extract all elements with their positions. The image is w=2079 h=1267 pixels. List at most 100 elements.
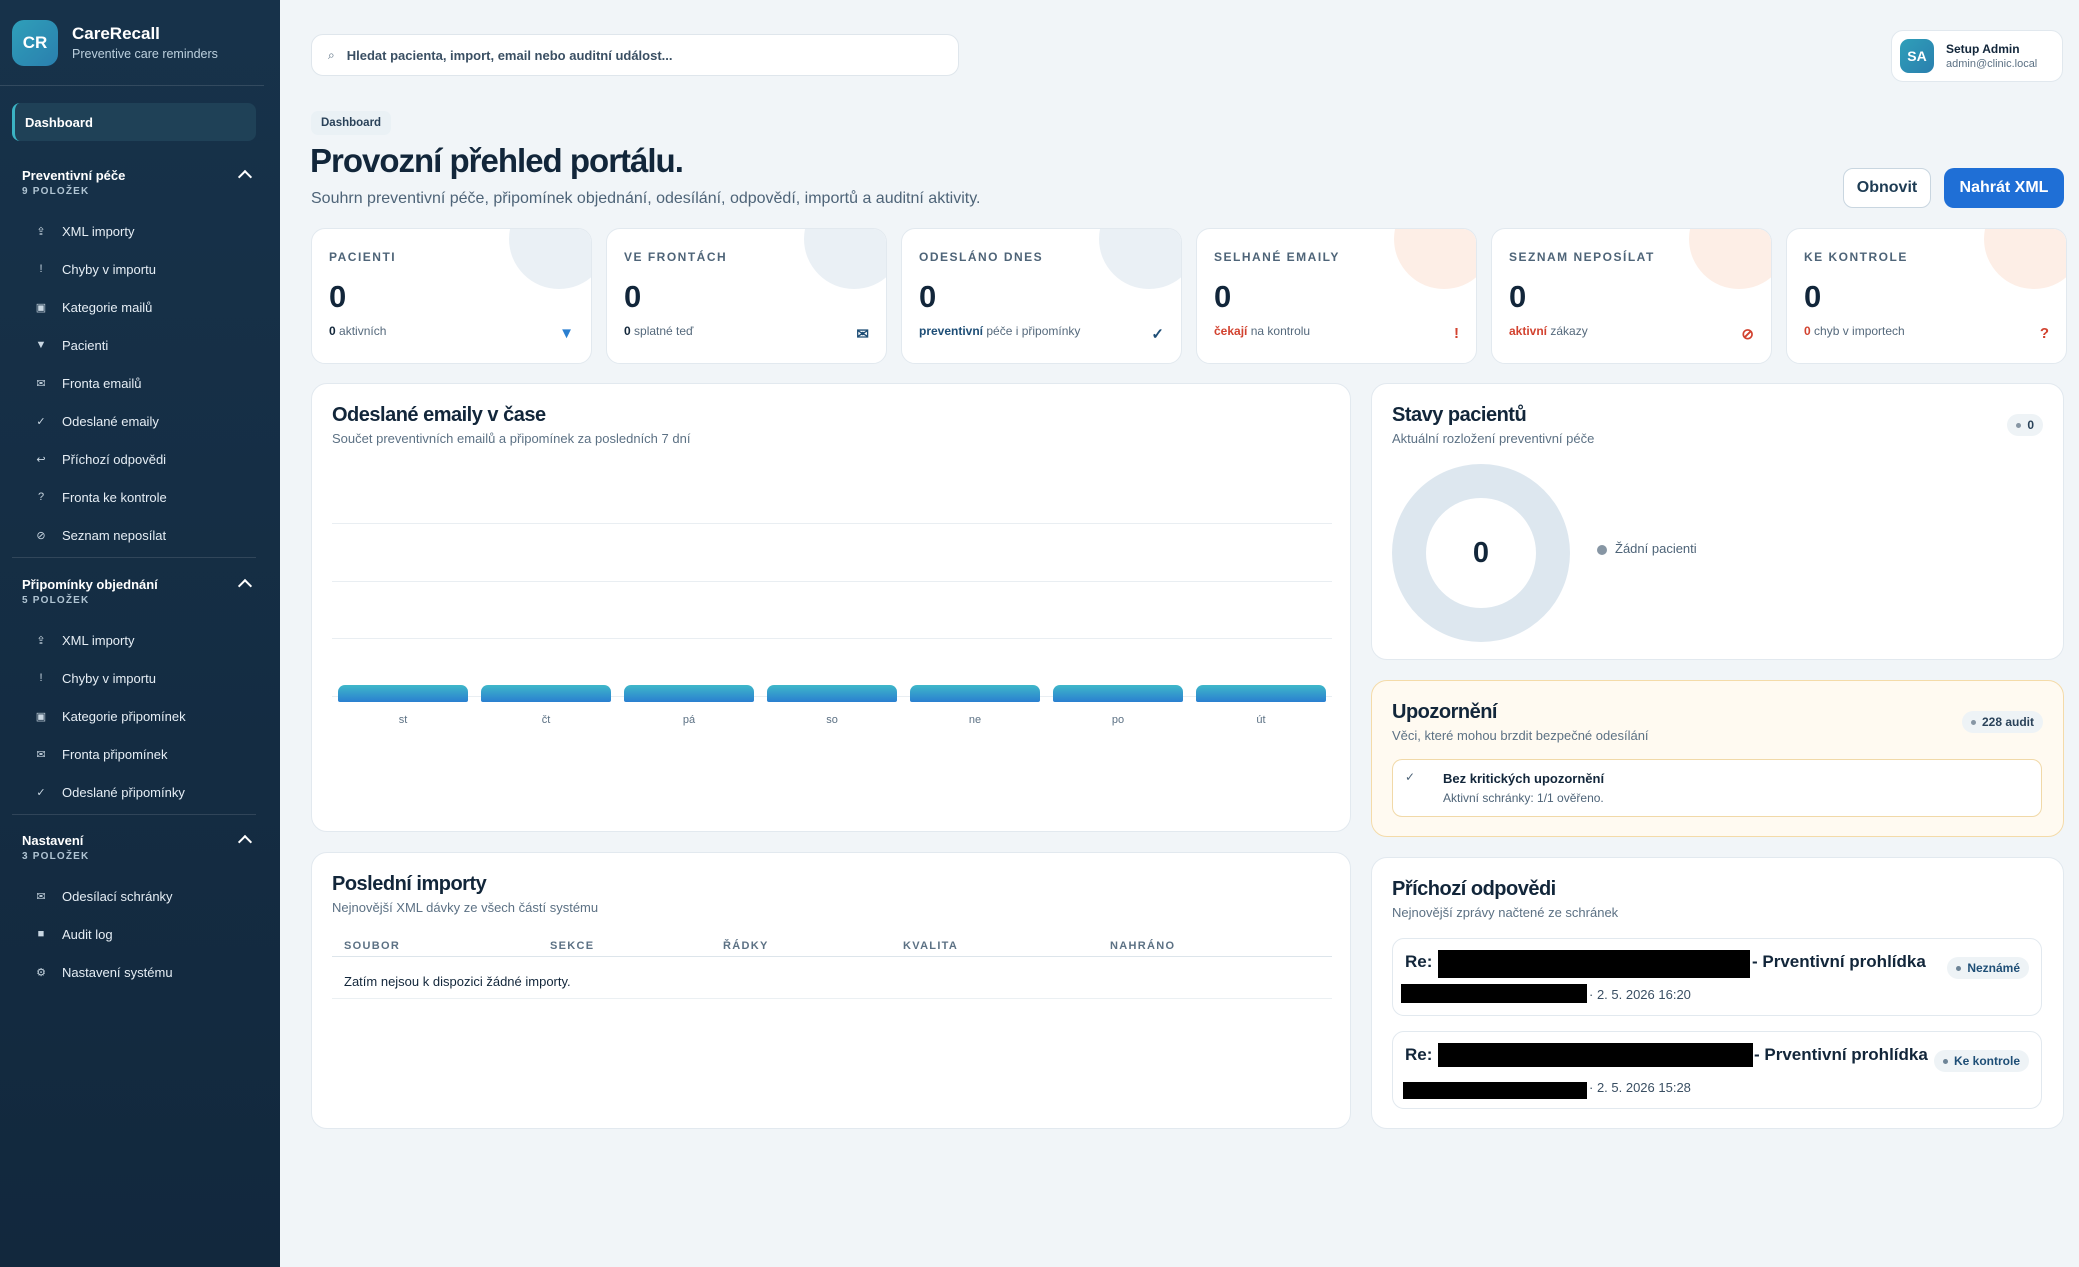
stat-card-failed-emails[interactable]: SELHANÉ EMAILY 0 čekají na kontrolu !	[1196, 228, 1477, 364]
sidebar-item-review-queue[interactable]: ? Fronta ke kontrole	[0, 478, 280, 516]
redacted-email	[1401, 984, 1587, 1003]
sidebar-item-sent-reminders[interactable]: ✓ Odeslané připomínky	[0, 773, 280, 811]
mail-icon: ✉	[856, 326, 869, 343]
donut-chart: 0	[1392, 464, 1570, 642]
brand[interactable]: CR CareRecall Preventive care reminders	[0, 0, 264, 86]
sidebar: CR CareRecall Preventive care reminders …	[0, 0, 280, 1267]
reply-item[interactable]: Re: - Prventivní prohlídka Neznámé · 2. …	[1392, 938, 2042, 1016]
chart-x-label: út	[1256, 714, 1266, 726]
sidebar-item-reminder-categories[interactable]: ▣ Kategorie připomínek	[0, 697, 280, 735]
audit-badge[interactable]: 228 audit	[1961, 711, 2043, 733]
nav-group-header[interactable]: Preventivní péče 9 POLOŽEK	[0, 168, 280, 197]
nav-group-header[interactable]: Připomínky objednání 5 POLOŽEK	[0, 577, 280, 606]
sidebar-item-sending-mailboxes[interactable]: ✉ Odesílací schránky	[0, 877, 280, 915]
table-divider	[332, 956, 1332, 957]
reply-icon: ↩	[36, 453, 46, 466]
stat-value: 0	[624, 279, 642, 314]
chart-bar[interactable]	[910, 685, 1040, 702]
sidebar-item-mail-categories[interactable]: ▣ Kategorie mailů	[0, 288, 280, 326]
status-badge: Ke kontrole	[1933, 1050, 2029, 1072]
sidebar-item-xml-imports[interactable]: ⇪ XML importy	[0, 621, 280, 659]
stat-card-queues[interactable]: VE FRONTÁCH 0 0 splatné teď ✉	[606, 228, 887, 364]
category-icon: ▣	[35, 710, 47, 723]
stat-value: 0	[1509, 279, 1527, 314]
panel-subtitle: Aktuální rozložení preventivní péče	[1392, 431, 1595, 446]
reply-item[interactable]: Re: - Prventivní prohlídka Ke kontrole ·…	[1392, 1031, 2042, 1109]
stat-card-do-not-send[interactable]: SEZNAM NEPOSÍLAT 0 aktivní zákazy ⊘	[1491, 228, 1772, 364]
chart-bar[interactable]	[1196, 685, 1326, 702]
dot-icon	[2016, 422, 2022, 428]
panel-subtitle: Nejnovější XML dávky ze všech částí syst…	[332, 900, 599, 915]
sidebar-item-audit-log[interactable]: ■ Audit log	[0, 915, 280, 953]
breadcrumb[interactable]: Dashboard	[311, 111, 392, 135]
brand-logo: CR	[12, 19, 58, 66]
stat-label: KE KONTROLE	[1804, 250, 1908, 264]
column-header-rows[interactable]: ŘÁDKY	[723, 940, 769, 952]
sidebar-item-incoming-replies[interactable]: ↩ Příchozí odpovědi	[0, 440, 280, 478]
sidebar-item-label: Příchozí odpovědi	[62, 451, 167, 467]
stat-card-sent-today[interactable]: ODESLÁNO DNES 0 preventivní péče i připo…	[901, 228, 1182, 364]
mail-icon: ✉	[36, 748, 46, 761]
stat-note-text: aktivních	[335, 324, 387, 338]
sidebar-item-system-settings[interactable]: ⚙ Nastavení systému	[0, 953, 280, 991]
stat-note-strong: 0	[329, 324, 336, 338]
upload-xml-button[interactable]: Nahrát XML	[1944, 168, 2064, 208]
stat-note: aktivní zákazy	[1509, 324, 1588, 338]
user-name: Setup Admin	[1946, 42, 2020, 56]
audit-badge-label: 228 audit	[1981, 715, 2034, 729]
decoration	[1984, 229, 2066, 289]
stat-note: 0 aktivních	[329, 324, 386, 338]
nav-group-items: ⇪ XML importy ! Chyby v importu ▣ Kategorie…	[0, 212, 280, 554]
sidebar-item-label: Odeslané připomínky	[62, 784, 185, 800]
chart-bar[interactable]	[338, 685, 468, 702]
sidebar-item-import-errors[interactable]: ! Chyby v importu	[0, 659, 280, 697]
column-header-section[interactable]: SEKCE	[550, 940, 594, 952]
chart-bar[interactable]	[481, 685, 611, 702]
warning-title: Bez kritických upozornění	[1443, 771, 1605, 786]
stat-card-patients[interactable]: PACIENTI 0 0 aktivních ▼	[311, 228, 592, 364]
settings-icon: ⚙	[36, 966, 46, 979]
sidebar-item-patients[interactable]: ▼ Pacienti	[0, 326, 280, 364]
block-icon: ⊘	[1741, 326, 1754, 343]
panel-subtitle: Věci, které mohou brzdit bezpečné odesíl…	[1392, 728, 1649, 743]
sidebar-item-xml-imports[interactable]: ⇪ XML importy	[0, 212, 280, 250]
nav-group-count: 5 POLOŽEK	[22, 595, 90, 606]
chart-bar[interactable]	[1053, 685, 1183, 702]
sidebar-item-dashboard[interactable]: Dashboard	[12, 103, 256, 141]
upload-icon: ⇪	[36, 225, 46, 238]
search-bar[interactable]: ⌕	[311, 34, 959, 76]
nav-group-items: ✉ Odesílací schránky ■ Audit log ⚙ Nastaven…	[0, 877, 280, 991]
stat-label: PACIENTI	[329, 250, 397, 264]
chart-bar[interactable]	[624, 685, 754, 702]
decoration	[1394, 229, 1476, 289]
check-icon: ✓	[1151, 326, 1164, 343]
search-input[interactable]	[346, 47, 927, 63]
sidebar-item-label: Audit log	[62, 926, 113, 942]
column-header-quality[interactable]: KVALITA	[903, 940, 958, 952]
stat-card-to-review[interactable]: KE KONTROLE 0 0 chyb v importech ?	[1786, 228, 2067, 364]
column-header-file[interactable]: SOUBOR	[344, 940, 400, 952]
sidebar-item-reminder-queue[interactable]: ✉ Fronta připomínek	[0, 735, 280, 773]
dot-icon	[1942, 1058, 1948, 1064]
stat-note: preventivní péče i připomínky	[919, 324, 1080, 338]
patients-icon: ▼	[35, 339, 47, 351]
sidebar-item-sent-emails[interactable]: ✓ Odeslané emaily	[0, 402, 280, 440]
stat-note: čekají na kontrolu	[1214, 324, 1310, 338]
user-menu[interactable]: SA Setup Admin admin@clinic.local	[1891, 30, 2063, 82]
nav-group-header[interactable]: Nastavení 3 POLOŽEK	[0, 833, 280, 862]
sidebar-item-label: Seznam neposílat	[62, 527, 167, 543]
stat-label: VE FRONTÁCH	[624, 250, 728, 264]
nav-group-settings: Nastavení 3 POLOŽEK ✉ Odesílací schránky …	[0, 833, 280, 991]
column-header-uploaded[interactable]: NAHRÁNO	[1110, 940, 1175, 952]
sidebar-item-import-errors[interactable]: ! Chyby v importu	[0, 250, 280, 288]
sidebar-item-do-not-send[interactable]: ⊘ Seznam neposílat	[0, 516, 280, 554]
patients-icon: ▼	[559, 325, 574, 342]
chart-bar[interactable]	[767, 685, 897, 702]
sidebar-item-label: Pacienti	[62, 337, 109, 353]
sidebar-item-email-queue[interactable]: ✉ Fronta emailů	[0, 364, 280, 402]
stat-note-strong: 0	[1804, 324, 1811, 338]
stat-note-strong: čekají	[1214, 324, 1248, 338]
sidebar-item-label: Fronta připomínek	[62, 746, 168, 762]
warnings-panel: Upozornění Věci, které mohou brzdit bezp…	[1371, 680, 2064, 837]
refresh-button[interactable]: Obnovit	[1843, 168, 1931, 208]
